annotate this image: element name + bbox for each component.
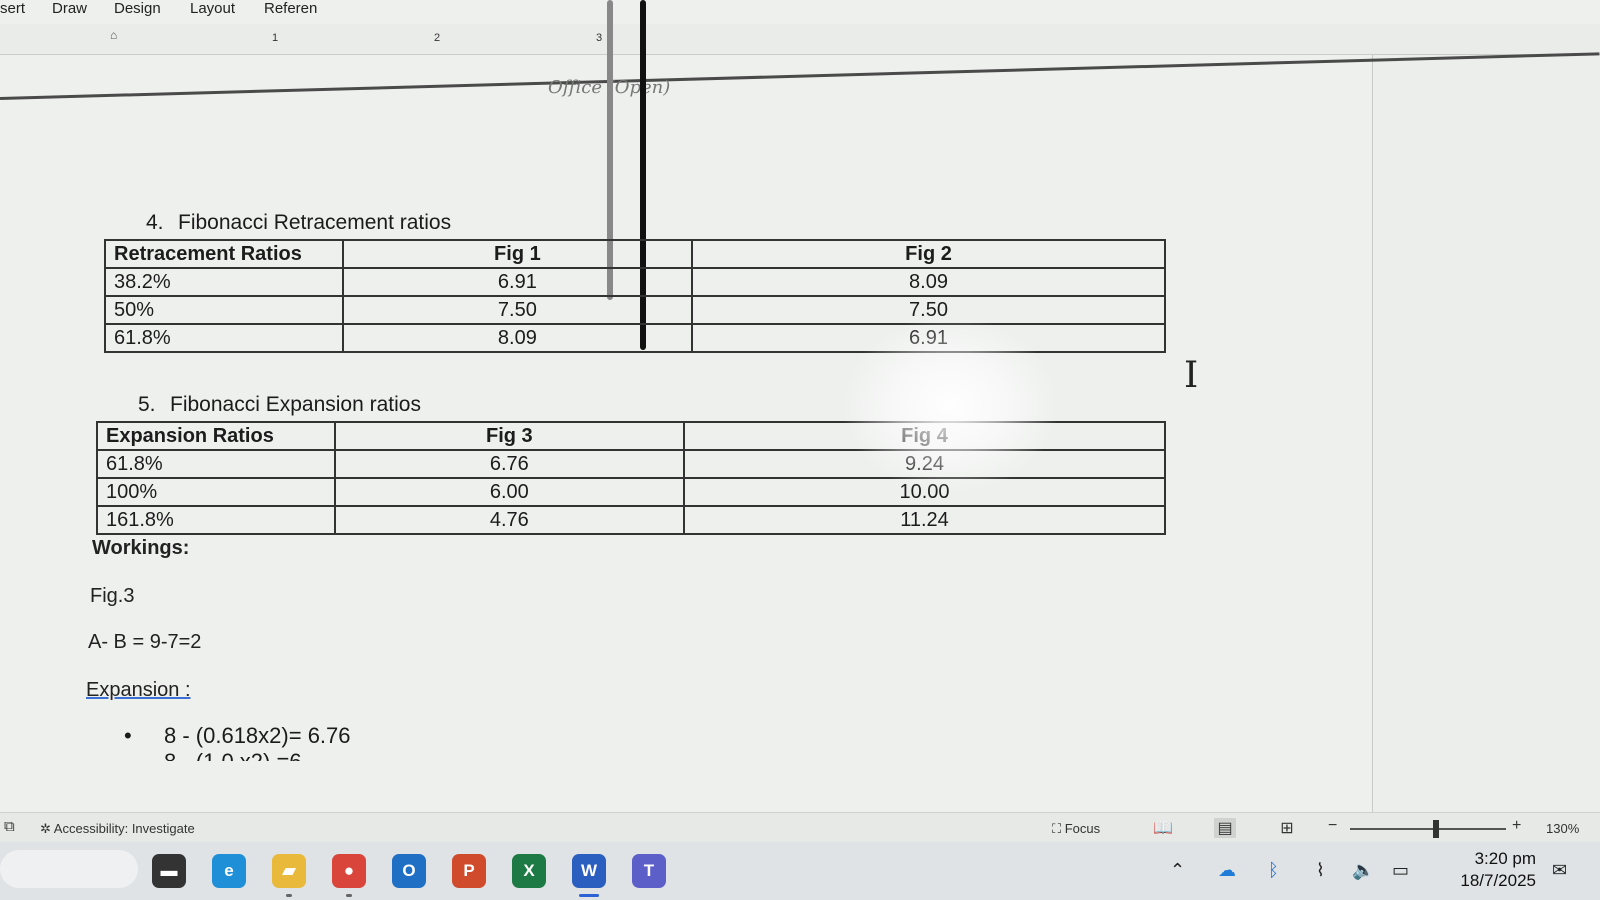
- outlook-icon[interactable]: O: [392, 854, 426, 888]
- ruler-number: 2: [434, 32, 441, 44]
- table-cell[interactable]: 38.2%: [104, 267, 344, 297]
- table-cell[interactable]: 61.8%: [104, 323, 344, 353]
- tab-insert[interactable]: sert: [0, 0, 25, 17]
- clock-time: 3:20 pm: [1474, 849, 1536, 868]
- ruler-number: 1: [272, 32, 279, 44]
- accessibility-button[interactable]: ✲ Accessibility: Investigate: [40, 821, 195, 837]
- read-mode-icon[interactable]: 📖: [1152, 818, 1174, 838]
- battery-icon[interactable]: ▭: [1392, 860, 1409, 881]
- zoom-slider[interactable]: [1350, 828, 1506, 830]
- zoom-in-button[interactable]: +: [1512, 817, 1521, 835]
- powerpoint-icon[interactable]: P: [452, 854, 486, 888]
- table-header-cell: Fig 3: [333, 421, 685, 451]
- table-cell[interactable]: 7.50: [341, 295, 694, 325]
- retracement-table: Retracement Ratios Fig 1 Fig 2 38.2% 6.9…: [104, 239, 1166, 353]
- onedrive-icon[interactable]: ☁: [1218, 860, 1236, 881]
- document-page[interactable]: Office (Open) 4. Fibonacci Retracement ra…: [0, 0, 1600, 813]
- zoom-level[interactable]: 130%: [1546, 821, 1579, 836]
- clock-date: 18/7/2025: [1460, 871, 1536, 890]
- table-header-cell: Fig 2: [691, 239, 1166, 269]
- document-canvas: Office (Open) 4. Fibonacci Retracement ra…: [0, 0, 1600, 813]
- word-icon[interactable]: W: [572, 854, 606, 888]
- bullet-text: 8 - (0.618x2)= 6.76: [164, 723, 351, 748]
- workings-fig-label: Fig.3: [90, 585, 135, 607]
- expansion-label: Expansion :: [86, 679, 191, 701]
- table-row: 161.8% 4.76 11.24: [96, 505, 1167, 535]
- table-row: 61.8% 6.76 9.24: [96, 449, 1167, 479]
- volume-icon[interactable]: 🔈: [1352, 860, 1374, 881]
- task-view-icon[interactable]: ▬: [152, 854, 186, 888]
- table-row: 100% 6.00 10.00: [96, 477, 1167, 507]
- focus-icon: ⛶: [1052, 821, 1065, 836]
- bullet-item-partial: 8 - (1.0 x2) =6: [164, 751, 302, 761]
- file-explorer-icon[interactable]: ▰: [272, 854, 306, 888]
- focus-button[interactable]: ⛶ Focus: [1052, 821, 1100, 837]
- table-cell[interactable]: 50%: [104, 295, 344, 325]
- table-row: 38.2% 6.91 8.09: [104, 267, 1166, 297]
- tab-layout[interactable]: Layout: [190, 0, 235, 17]
- clock[interactable]: 3:20 pm 18/7/2025: [1440, 848, 1536, 892]
- table-row: 50% 7.50 7.50: [104, 295, 1166, 325]
- table-cell[interactable]: 11.24: [682, 505, 1167, 535]
- ruler-number: 3: [596, 32, 603, 44]
- print-layout-icon[interactable]: ▤: [1214, 818, 1236, 838]
- table-cell[interactable]: 161.8%: [96, 505, 336, 535]
- section-heading-retracement: 4. Fibonacci Retracement ratios: [146, 211, 452, 234]
- section-heading-expansion: 5. Fibonacci Expansion ratios: [138, 393, 421, 416]
- running-indicator: [346, 894, 352, 897]
- bullet-item: • 8 - (0.618x2)= 6.76: [124, 723, 351, 748]
- table-header-cell: Fig 4: [682, 421, 1167, 451]
- web-layout-icon[interactable]: ⊞: [1276, 818, 1298, 838]
- header-divider: [0, 52, 1600, 100]
- table-cell[interactable]: 100%: [96, 477, 336, 507]
- teams-icon[interactable]: T: [632, 854, 666, 888]
- workings-label: Workings:: [92, 537, 190, 559]
- bluetooth-icon[interactable]: ᛒ: [1268, 860, 1279, 881]
- tab-design[interactable]: Design: [114, 0, 161, 17]
- running-indicator: [286, 894, 292, 897]
- table-cell[interactable]: 10.00: [682, 477, 1167, 507]
- tab-draw[interactable]: Draw: [52, 0, 87, 17]
- zoom-out-button[interactable]: −: [1328, 817, 1337, 835]
- taskbar-search[interactable]: [0, 850, 138, 888]
- table-cell[interactable]: 6.91: [691, 323, 1166, 353]
- table-cell[interactable]: 8.09: [341, 323, 694, 353]
- table-cell[interactable]: 7.50: [691, 295, 1166, 325]
- table-cell[interactable]: 61.8%: [96, 449, 336, 479]
- tab-references[interactable]: Referen: [264, 0, 317, 17]
- bullet-text: 8 - (1.0 x2) =6: [164, 751, 302, 761]
- workings-equation: A- B = 9-7=2: [88, 631, 202, 653]
- table-header-row: Retracement Ratios Fig 1 Fig 2: [104, 239, 1166, 269]
- status-bar: ⧉ ✲ Accessibility: Investigate ⛶ Focus 📖…: [0, 812, 1600, 843]
- table-header-cell: Expansion Ratios: [96, 421, 336, 451]
- table-cell[interactable]: 6.91: [341, 267, 694, 297]
- running-indicator: [579, 894, 599, 897]
- ribbon-tabs: sert Draw Design Layout Referen: [0, 0, 1600, 24]
- excel-icon[interactable]: X: [512, 854, 546, 888]
- table-cell[interactable]: 8.09: [691, 267, 1166, 297]
- table-cell[interactable]: 6.00: [333, 477, 685, 507]
- table-header-row: Expansion Ratios Fig 3 Fig 4: [96, 421, 1167, 451]
- wifi-icon[interactable]: ⌇: [1316, 860, 1325, 881]
- taskbar: ▬ e ▰ ● O P X W T ⌃ ☁ ᛒ ⌇ 🔈 ▭ 3:20 pm 18/7/2025 …: [0, 842, 1600, 900]
- chrome-icon[interactable]: ●: [332, 854, 366, 888]
- expansion-table: Expansion Ratios Fig 3 Fig 4 61.8% 6.76 …: [96, 421, 1167, 535]
- accessibility-icon: ✲: [40, 821, 54, 836]
- zoom-slider-thumb[interactable]: [1432, 820, 1439, 838]
- chevron-up-icon[interactable]: ⌃: [1170, 860, 1185, 881]
- table-cell[interactable]: 6.76: [333, 449, 685, 479]
- page-view-icon[interactable]: ⧉: [4, 818, 15, 835]
- text-cursor-icon: I: [1184, 355, 1199, 396]
- table-header-cell: Retracement Ratios: [104, 239, 344, 269]
- edge-icon[interactable]: e: [212, 854, 246, 888]
- horizontal-ruler[interactable]: ⌂ 1 2 3: [0, 24, 1600, 55]
- notification-icon[interactable]: ✉: [1552, 860, 1567, 881]
- table-cell[interactable]: 4.76: [333, 505, 685, 535]
- table-cell[interactable]: 9.24: [682, 449, 1167, 479]
- indent-marker-icon[interactable]: ⌂: [110, 28, 122, 48]
- table-row: 61.8% 8.09 6.91: [104, 323, 1166, 353]
- table-header-cell: Fig 1: [341, 239, 694, 269]
